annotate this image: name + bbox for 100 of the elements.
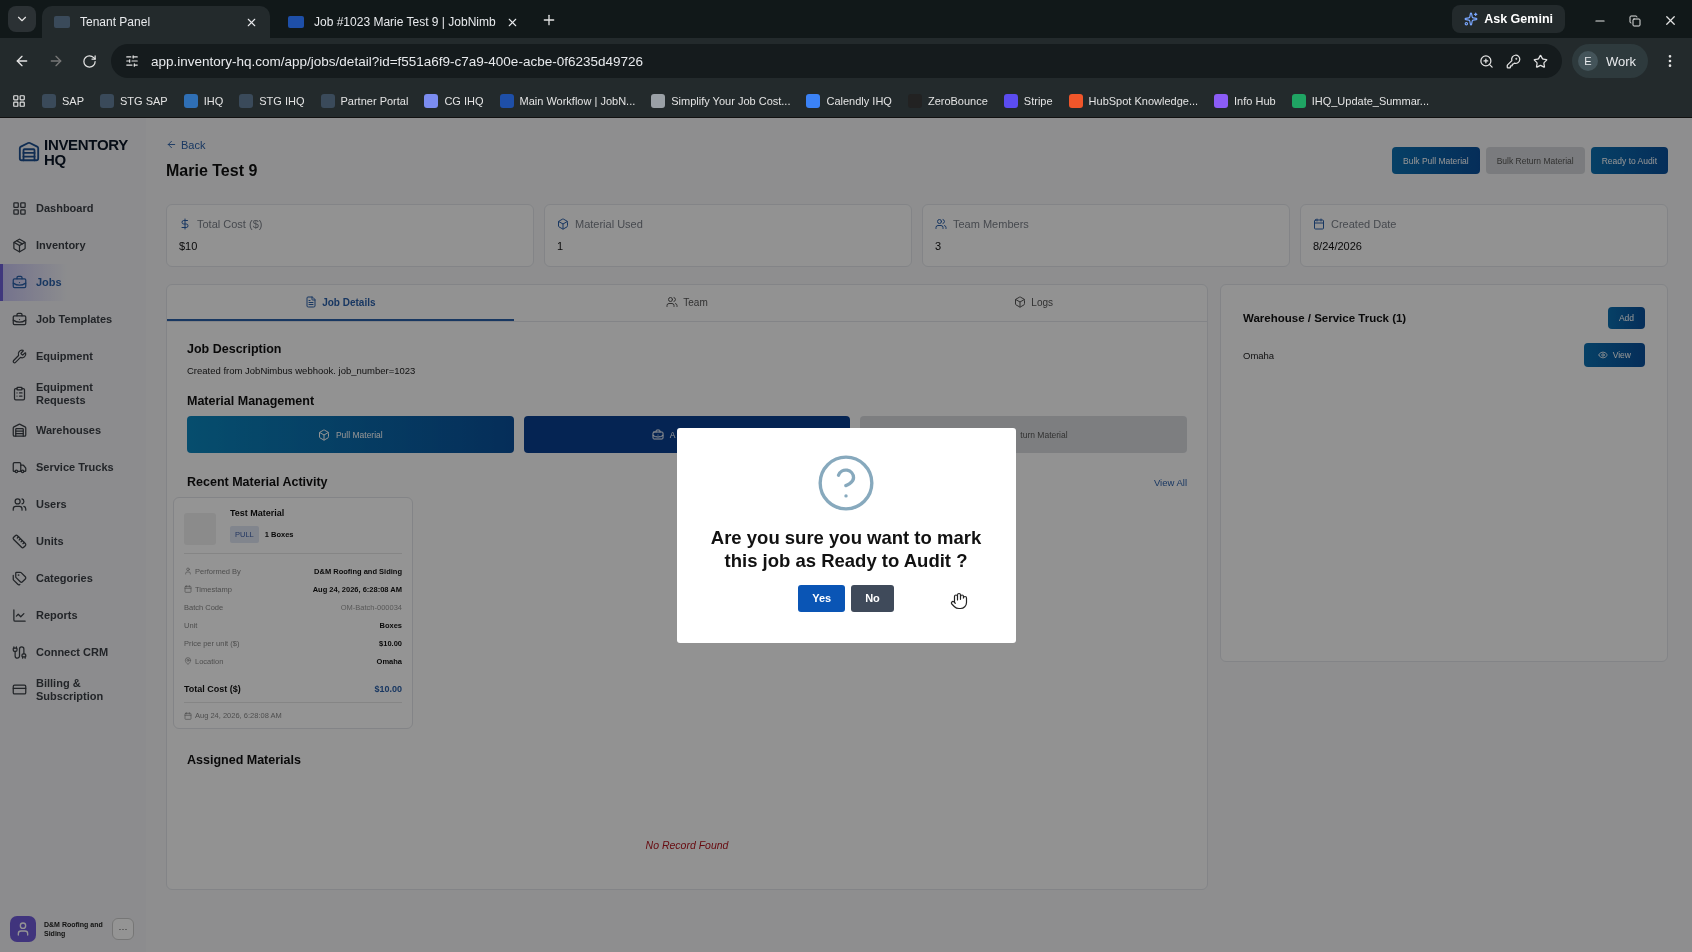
bookmark[interactable]: SAP	[42, 93, 84, 108]
briefcase-icon	[651, 428, 664, 441]
dialog-message: Are you sure you want to mark this job as Ready to Audit ?	[709, 525, 983, 572]
bookmark[interactable]: Calendly IHQ	[806, 93, 892, 108]
cable-icon	[12, 645, 27, 660]
tags-icon	[12, 571, 27, 586]
reload-icon	[82, 53, 97, 69]
nav-item[interactable]: Reports	[0, 597, 146, 634]
warehouse-icon	[12, 423, 27, 438]
chart-icon	[12, 608, 27, 623]
bookmark[interactable]: Simplify Your Job Cost...	[651, 93, 791, 108]
panel-heading: Warehouse / Service Truck (1)	[1243, 312, 1407, 324]
users-icon	[666, 296, 679, 308]
wrench-icon	[12, 349, 27, 364]
view-all-link[interactable]: View All	[1153, 476, 1187, 488]
nav-item[interactable]: Equipment Requests	[0, 375, 146, 412]
bookmark[interactable]: CG IHQ	[424, 93, 484, 108]
arrow-right-icon	[48, 53, 64, 69]
bookmark[interactable]: ZeroBounce	[907, 93, 988, 108]
dollar-icon	[179, 218, 191, 230]
job-description: Created from JobNimbus webhook. job_number=1023	[187, 365, 417, 376]
ruler-icon	[12, 534, 27, 549]
bookmark[interactable]: IHQ_Update_Summar...	[1291, 93, 1430, 108]
apps-icon[interactable]	[12, 93, 26, 108]
hand-cursor-icon	[950, 592, 968, 610]
box-icon	[317, 428, 330, 441]
ask-gemini-button[interactable]: Ask Gemini	[1452, 5, 1565, 33]
document-icon	[305, 296, 318, 308]
bookmark[interactable]: Info Hub	[1214, 93, 1276, 108]
nav-item[interactable]: Dashboard	[0, 190, 146, 227]
address-bar[interactable]: app.inventory-hq.com/app/jobs/detail?id=f551a6f9-c7a9-400e-acbe-0f6235d49726	[111, 44, 1562, 78]
key-icon[interactable]	[1505, 53, 1521, 69]
browser-tab[interactable]: Tenant Panel	[42, 6, 270, 38]
stat-label: Total Cost ($)	[197, 218, 263, 230]
calendar-icon	[184, 711, 192, 720]
bookmark-star-icon[interactable]	[1532, 53, 1548, 69]
bookmark[interactable]: STG SAP	[100, 93, 168, 108]
eye-icon	[1597, 350, 1608, 360]
avatar-icon	[10, 916, 36, 942]
stat-label: Team Members	[953, 218, 1029, 230]
nav-item[interactable]: Units	[0, 523, 146, 560]
stat-label: Material Used	[575, 218, 643, 230]
users-icon	[935, 218, 947, 230]
nav-item[interactable]: Billing & Subscription	[0, 671, 146, 708]
user-icon	[184, 567, 192, 575]
warehouse-name: Omaha	[1243, 349, 1275, 361]
add-button[interactable]: Add	[1607, 307, 1645, 329]
box-icon	[557, 218, 569, 230]
stat-value: 1	[557, 240, 565, 252]
restore-icon[interactable]	[1629, 14, 1641, 27]
no-button[interactable]: No	[851, 584, 894, 612]
clipboard-icon	[12, 386, 27, 401]
nav-item[interactable]: Inventory	[0, 227, 146, 264]
stat-value: 8/24/2026	[1313, 240, 1363, 252]
back-link[interactable]: Back	[166, 138, 206, 151]
zoom-icon[interactable]	[1478, 53, 1494, 69]
material-button[interactable]: Pull Material	[187, 416, 514, 453]
bookmark[interactable]: HubSpot Knowledge...	[1068, 93, 1199, 108]
site-settings-icon[interactable]	[125, 54, 139, 68]
bookmark[interactable]: Stripe	[1003, 93, 1053, 108]
bookmark[interactable]: Partner Portal	[320, 93, 409, 108]
calendar-icon	[1313, 218, 1325, 230]
yes-button[interactable]: Yes	[798, 584, 846, 612]
browser-tab[interactable]: Job #1023 Marie Test 9 | JobNimb	[276, 6, 531, 38]
nav-item[interactable]: Equipment	[0, 338, 146, 375]
sparkle-icon	[1464, 12, 1479, 26]
nav-item[interactable]: Service Trucks	[0, 449, 146, 486]
nav-item[interactable]: Job Templates	[0, 301, 146, 338]
view-button[interactable]: View	[1583, 343, 1645, 367]
bookmark[interactable]: IHQ	[183, 93, 224, 108]
tab[interactable]: Job Details	[167, 285, 514, 321]
header-button[interactable]: Bulk Return Material	[1485, 147, 1585, 174]
users-icon	[12, 497, 27, 512]
package-icon	[12, 238, 27, 253]
tab-list-button[interactable]	[8, 6, 36, 32]
total-label: Total Cost ($)	[184, 684, 241, 694]
nav-item[interactable]: Users	[0, 486, 146, 523]
total-value: $10.00	[374, 684, 402, 694]
bookmark[interactable]: STG IHQ	[239, 93, 305, 108]
more-button[interactable]: ···	[112, 918, 134, 940]
close-icon[interactable]	[1663, 13, 1678, 28]
credit-card-icon	[12, 682, 27, 697]
nav-item[interactable]: Connect CRM	[0, 634, 146, 671]
truck-icon	[12, 460, 27, 475]
bookmark[interactable]: Main Workflow | JobN...	[499, 93, 636, 108]
tab[interactable]: Logs	[860, 285, 1207, 321]
header-button[interactable]: Ready to Audit	[1590, 147, 1668, 174]
favicon-icon	[54, 16, 70, 28]
header-button[interactable]: Bulk Pull Material	[1392, 147, 1480, 174]
arrow-left-icon	[166, 139, 177, 150]
stat-value: 3	[935, 240, 943, 252]
grid-icon	[12, 201, 27, 216]
box-icon	[1014, 296, 1027, 308]
nav-item[interactable]: Warehouses	[0, 412, 146, 449]
profile-button[interactable]: E Work	[1571, 44, 1648, 78]
briefcase-icon	[12, 312, 27, 327]
tab[interactable]: Team	[513, 285, 861, 321]
nav-item[interactable]: Categories	[0, 560, 146, 597]
material-name: Test Material	[230, 508, 286, 518]
briefcase-icon	[12, 275, 27, 290]
